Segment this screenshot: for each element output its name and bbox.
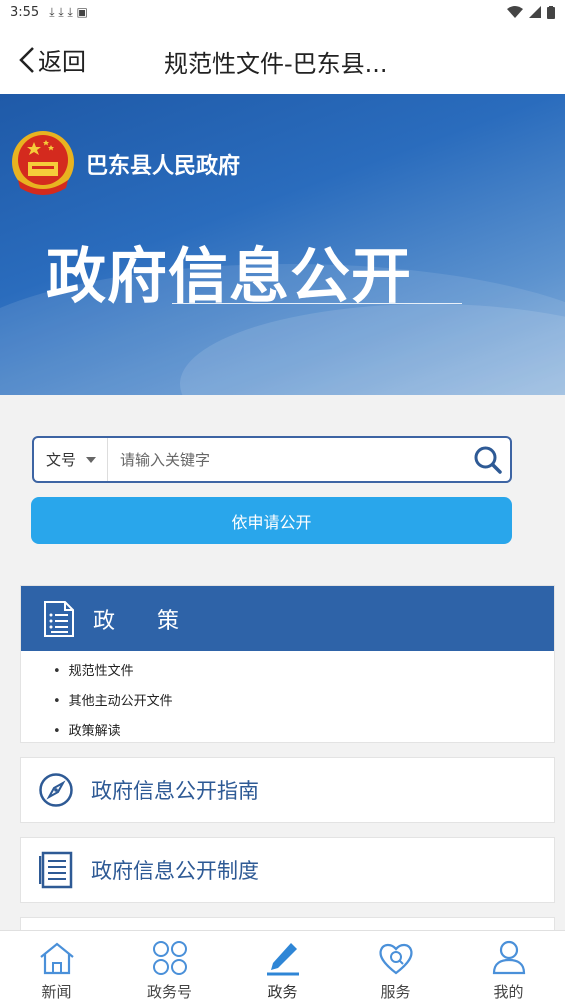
policy-item-interpretation[interactable]: 政策解读 [53,717,554,747]
tab-government-accounts-label: 政务号 [146,983,192,1001]
notification-icons: ⤓ ⤓ ⤓ ▣ [49,4,88,19]
bottom-tab-bar: 新闻 政务号 政务 服务 我的 [0,930,565,1004]
policy-list: 规范性文件 其他主动公开文件 政策解读 [21,651,554,747]
back-button[interactable]: 返回 [18,42,86,77]
banner-underline [172,303,462,304]
search-button[interactable] [466,438,510,481]
tab-profile[interactable]: 我的 [452,931,565,1004]
policy-card: 政策 规范性文件 其他主动公开文件 政策解读 [20,585,555,743]
tab-profile-label: 我的 [493,983,524,1001]
document-icon [44,600,74,637]
search-box: 文号 [32,436,512,483]
tab-news-label: 新闻 [41,983,72,1001]
tab-services-label: 服务 [380,983,411,1001]
search-type-value: 文号 [46,451,77,469]
tab-government-affairs-label: 政务 [267,983,298,1001]
disclosure-guide-card[interactable]: 政府信息公开指南 [20,757,555,823]
banner: 巴东县人民政府 政府信息公开 [0,94,565,395]
status-bar: 3:55 ⤓ ⤓ ⤓ ▣ [0,0,565,24]
status-time: 3:55 [10,4,40,20]
home-icon [39,942,74,975]
signal-icon [529,6,541,18]
banner-title: 政府信息公开 [46,242,412,312]
tab-news[interactable]: 新闻 [0,931,113,1004]
disclosure-system-card[interactable]: 政府信息公开制度 [20,837,555,903]
wifi-icon [507,6,523,18]
heart-hand-icon [378,943,413,975]
list-document-icon [39,851,73,889]
compass-icon [39,773,73,807]
user-icon [492,940,525,975]
caret-down-icon [86,456,97,463]
government-name: 巴东县人民政府 [86,154,241,179]
chevron-left-icon [19,46,34,73]
search-input[interactable] [108,438,466,481]
disclosure-guide-label: 政府信息公开指南 [91,779,259,803]
page-title: 规范性文件-巴东县... [164,50,388,78]
disclosure-system-label: 政府信息公开制度 [91,859,259,883]
pen-icon [266,943,299,976]
policy-item-other-documents[interactable]: 其他主动公开文件 [53,687,554,717]
status-right [507,5,555,19]
policy-item-normative-documents[interactable]: 规范性文件 [53,657,554,687]
tab-government-accounts[interactable]: 政务号 [113,931,226,1004]
apply-disclosure-button[interactable]: 依申请公开 [31,497,512,544]
tab-government-affairs[interactable]: 政务 [226,931,339,1004]
search-type-select[interactable]: 文号 [34,438,108,481]
title-bar: 返回 规范性文件-巴东县... [0,24,565,94]
policy-header[interactable]: 政策 [21,586,554,651]
back-label: 返回 [38,48,86,76]
national-emblem-icon [12,131,74,195]
battery-icon [547,5,555,19]
clover-icon [152,941,187,975]
tab-services[interactable]: 服务 [339,931,452,1004]
search-icon [474,446,502,474]
policy-header-label: 政策 [93,608,222,634]
